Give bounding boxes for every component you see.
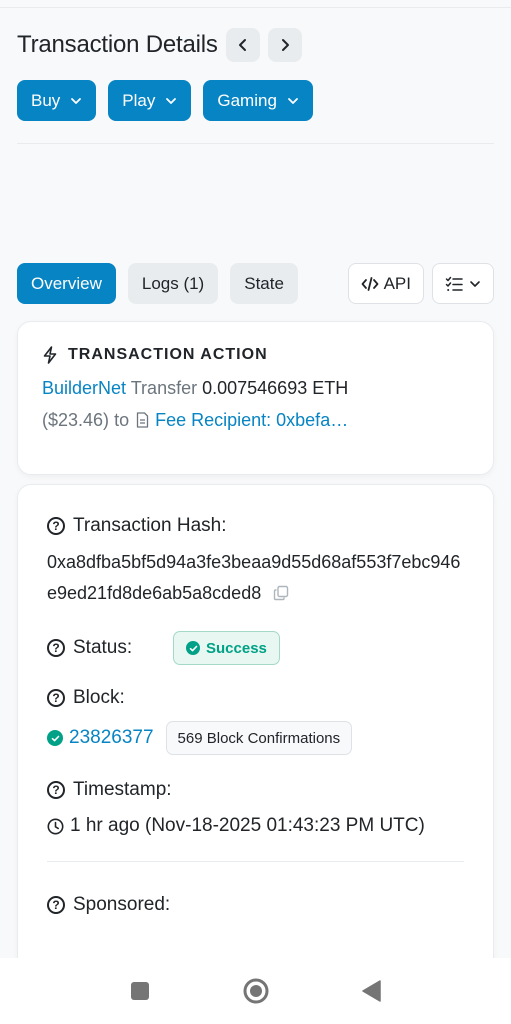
copy-icon[interactable] bbox=[273, 585, 289, 601]
play-dropdown[interactable]: Play bbox=[108, 80, 192, 121]
prev-button[interactable] bbox=[225, 28, 260, 62]
next-button[interactable] bbox=[267, 28, 302, 62]
buy-dropdown[interactable]: Buy bbox=[17, 80, 97, 121]
question-icon[interactable]: ? bbox=[47, 517, 65, 535]
api-button[interactable]: API bbox=[347, 263, 424, 304]
gaming-label: Gaming bbox=[217, 90, 277, 110]
chevron-left-icon bbox=[238, 39, 246, 51]
block-row: 23826377 569 Block Confirmations bbox=[47, 721, 464, 755]
check-circle-icon bbox=[186, 641, 200, 655]
api-label: API bbox=[383, 273, 411, 293]
timestamp-label-row: ? Timestamp: bbox=[47, 779, 464, 801]
square-icon bbox=[130, 982, 149, 1000]
back-button[interactable] bbox=[359, 978, 385, 1004]
page-header: Transaction Details bbox=[17, 28, 494, 62]
question-icon[interactable]: ? bbox=[47, 896, 65, 914]
status-badge: Success bbox=[173, 631, 280, 665]
action-description: BuilderNet Transfer 0.007546693 ETH ($23… bbox=[42, 372, 469, 436]
check-circle-icon bbox=[47, 730, 63, 746]
hash-label-row: ? Transaction Hash: bbox=[47, 515, 464, 537]
action-verb: Transfer bbox=[130, 378, 198, 398]
tab-overview[interactable]: Overview bbox=[17, 263, 116, 304]
block-number-link[interactable]: 23826377 bbox=[69, 727, 154, 749]
top-bar bbox=[0, 0, 511, 8]
chevron-right-icon bbox=[281, 39, 289, 51]
status-row: ? Status: Success bbox=[47, 631, 464, 665]
filter-pills: Buy Play Gaming bbox=[17, 80, 313, 121]
chevron-down-icon bbox=[71, 97, 82, 104]
tab-logs[interactable]: Logs (1) bbox=[127, 263, 219, 304]
confirmations-badge: 569 Block Confirmations bbox=[165, 721, 353, 755]
question-icon[interactable]: ? bbox=[47, 781, 65, 799]
lightning-icon bbox=[43, 346, 57, 364]
transaction-action-card: TRANSACTION ACTION BuilderNet Transfer 0… bbox=[17, 321, 494, 475]
play-label: Play bbox=[122, 90, 156, 110]
transaction-hash: 0xa8dfba5bf5d94a3fe3beaa9d55d68af553f7eb… bbox=[47, 552, 461, 603]
recents-button[interactable] bbox=[127, 978, 153, 1004]
chevron-down-icon bbox=[166, 97, 177, 104]
from-link[interactable]: BuilderNet bbox=[42, 378, 126, 398]
clock-icon bbox=[47, 818, 64, 834]
sponsored-label: Sponsored: bbox=[73, 894, 171, 915]
page-title: Transaction Details bbox=[17, 31, 218, 58]
back-triangle-icon bbox=[361, 980, 381, 1002]
chevron-down-icon bbox=[288, 97, 298, 104]
question-icon[interactable]: ? bbox=[47, 689, 65, 707]
status-text: Success bbox=[206, 639, 267, 657]
more-options-button[interactable] bbox=[432, 263, 494, 304]
status-label-row: ? Status: bbox=[47, 637, 173, 659]
block-label: Block: bbox=[73, 687, 125, 708]
home-circle-icon bbox=[243, 978, 268, 1004]
transaction-action-heading: TRANSACTION ACTION bbox=[42, 346, 469, 364]
block-label-row: ? Block: bbox=[47, 687, 464, 709]
question-icon[interactable]: ? bbox=[47, 639, 65, 657]
timestamp-row: 1 hr ago (Nov-18-2025 01:43:23 PM UTC) bbox=[47, 815, 464, 837]
timestamp-label: Timestamp: bbox=[73, 779, 172, 800]
section-divider bbox=[47, 861, 464, 862]
timestamp-value: 1 hr ago (Nov-18-2025 01:43:23 PM UTC) bbox=[70, 815, 425, 836]
tab-state[interactable]: State bbox=[230, 263, 298, 304]
gaming-dropdown[interactable]: Gaming bbox=[203, 80, 313, 121]
action-heading-text: TRANSACTION ACTION bbox=[68, 346, 268, 363]
home-button[interactable] bbox=[243, 978, 269, 1004]
transaction-details-card: ? Transaction Hash: 0xa8dfba5bf5d94a3fe3… bbox=[17, 484, 494, 1024]
action-to: to bbox=[114, 410, 130, 430]
recipient-link[interactable]: Fee Recipient: 0xbefa… bbox=[155, 410, 348, 430]
hash-value-row: 0xa8dfba5bf5d94a3fe3beaa9d55d68af553f7eb… bbox=[47, 547, 464, 609]
action-amount: 0.007546693 ETH bbox=[202, 378, 349, 398]
hash-label: Transaction Hash: bbox=[73, 515, 227, 536]
header-divider bbox=[17, 143, 494, 144]
action-usd: ($23.46) bbox=[42, 410, 110, 430]
sponsored-label-row: ? Sponsored: bbox=[47, 894, 464, 916]
document-icon bbox=[136, 412, 149, 428]
chevron-down-icon bbox=[470, 280, 480, 287]
buy-label: Buy bbox=[31, 90, 61, 110]
status-label: Status: bbox=[73, 637, 133, 658]
system-navigation-bar bbox=[0, 958, 511, 1024]
code-icon bbox=[361, 276, 378, 291]
tab-bar: Overview Logs (1) State API bbox=[17, 263, 494, 304]
list-check-icon bbox=[445, 276, 463, 291]
